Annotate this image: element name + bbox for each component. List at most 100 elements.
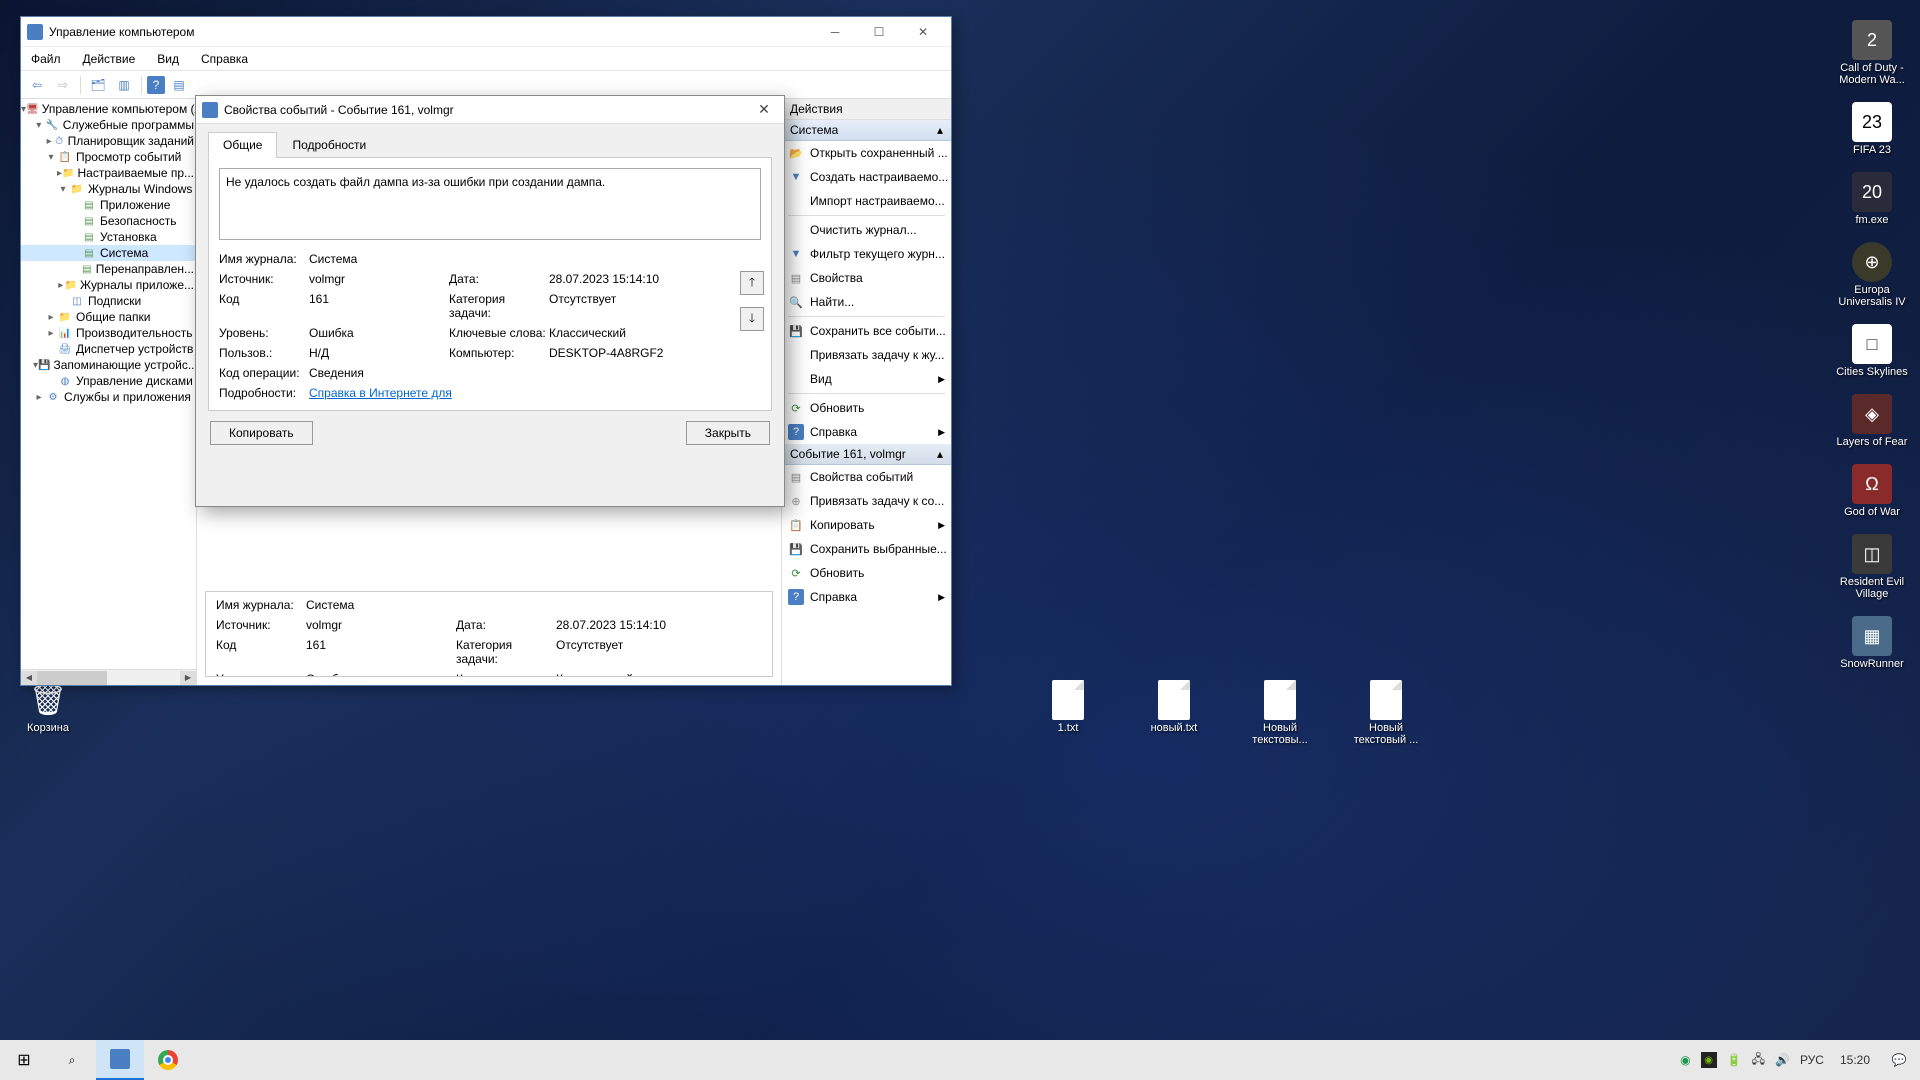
desktop-icon[interactable]: □Cities Skylines [1834,324,1910,378]
dialog-tabs: Общие Подробности [208,132,772,158]
tree-storage[interactable]: ▾💾Запоминающие устройс... [21,357,196,373]
show-hide-button[interactable]: 🗂 [86,73,110,97]
tree-forwarded[interactable]: ▤Перенаправлен... [21,261,196,277]
action-copy[interactable]: 📋Копировать▶ [782,513,951,537]
action-refresh[interactable]: ⟳Обновить [782,396,951,420]
scroll-thumb[interactable] [37,671,107,685]
properties-button[interactable]: ▥ [112,73,136,97]
tree-subscriptions[interactable]: ◫Подписки [21,293,196,309]
tree-customviews[interactable]: ▸📁Настраиваемые пр... [21,165,196,181]
scroll-left-icon[interactable]: ◀ [21,671,37,685]
desktop-icon[interactable]: ⊕Europa Universalis IV [1834,242,1910,308]
desktop-icon[interactable]: ◫Resident Evil Village [1834,534,1910,600]
titlebar[interactable]: Управление компьютером ─ ☐ ✕ [21,17,951,47]
action-open-saved[interactable]: 📂Открыть сохраненный ... [782,141,951,165]
taskbar-app-chrome[interactable] [144,1040,192,1080]
minimize-button[interactable]: ─ [813,18,857,46]
tree-root[interactable]: ▾🖥Управление компьютером (л... [21,101,196,117]
desktop-icon-txt[interactable]: 1.txt [1030,680,1106,746]
tab-details[interactable]: Подробности [277,132,381,158]
help-button[interactable]: ? [147,76,165,94]
event-description[interactable]: Не удалось создать файл дампа из-за ошиб… [219,168,761,240]
toolbar-btn[interactable]: ▤ [167,73,191,97]
action-attach-task[interactable]: Привязать задачу к жу... [782,343,951,367]
menu-action[interactable]: Действие [79,50,140,68]
action-attach-task-event[interactable]: ⊕Привязать задачу к со... [782,489,951,513]
desktop-icon-txt[interactable]: Новый текстовы... [1242,680,1318,746]
menu-view[interactable]: Вид [153,50,183,68]
scroll-right-icon[interactable]: ▶ [180,671,196,685]
action-import-custom[interactable]: Импорт настраиваемо... [782,189,951,213]
game-icon: ⊕ [1852,242,1892,282]
tree-services[interactable]: ▸⚙Службы и приложения [21,389,196,405]
help-link[interactable]: Справка в Интернете для [309,386,719,400]
desktop-icon[interactable]: ◈Layers of Fear [1834,394,1910,448]
tree-eventviewer[interactable]: ▾📋Просмотр событий [21,149,196,165]
action-filter-log[interactable]: ▼Фильтр текущего журн... [782,242,951,266]
tree-performance[interactable]: ▸📊Производительность [21,325,196,341]
action-save-selected[interactable]: 💾Сохранить выбранные... [782,537,951,561]
tray-shield-icon[interactable]: ◉ [1680,1053,1690,1067]
tab-general[interactable]: Общие [208,132,277,158]
action-refresh2[interactable]: ⟳Обновить [782,561,951,585]
desktop-icon[interactable]: 2Call of Duty - Modern Wa... [1834,20,1910,86]
taskbar-app-mmc[interactable] [96,1040,144,1080]
back-button[interactable]: ⇦ [25,73,49,97]
action-help[interactable]: ?Справка▶ [782,420,951,444]
dialog-close-button[interactable]: ✕ [750,97,778,123]
action-event-props[interactable]: ▤Свойства событий [782,465,951,489]
tray-language[interactable]: РУС [1800,1053,1824,1067]
tree-security[interactable]: ▤Безопасность [21,213,196,229]
tree-devicemgr[interactable]: 🖨Диспетчер устройств [21,341,196,357]
recycle-bin[interactable]: 🗑 Корзина [10,680,86,734]
dialog-titlebar[interactable]: Свойства событий - Событие 161, volmgr ✕ [196,96,784,124]
tree-applogs[interactable]: ▸📁Журналы приложе... [21,277,196,293]
maximize-button[interactable]: ☐ [857,18,901,46]
close-button[interactable]: Закрыть [686,421,770,445]
desktop-icon-txt[interactable]: Новый текстовый ... [1348,680,1424,746]
desktop-icon[interactable]: 23FIFA 23 [1834,102,1910,156]
game-icon: ▦ [1852,616,1892,656]
tray-nvidia-icon[interactable]: ◉ [1701,1052,1717,1068]
prev-event-button[interactable]: 🡑 [740,271,764,295]
forward-button[interactable]: ⇨ [51,73,75,97]
menu-help[interactable]: Справка [197,50,252,68]
action-save-all[interactable]: 💾Сохранить все событи... [782,319,951,343]
search-button[interactable]: ⌕ [48,1040,96,1080]
label-code: Код [216,638,306,666]
chrome-icon [158,1050,178,1070]
tree-setup[interactable]: ▤Установка [21,229,196,245]
notification-center-icon[interactable]: 💬 [1886,1047,1912,1073]
tray-network-icon[interactable]: 🖧 [1752,1050,1765,1071]
desktop-icon-txt[interactable]: новый.txt [1136,680,1212,746]
tree-scrollbar[interactable]: ◀ ▶ [21,669,196,685]
menu-file[interactable]: Файл [27,50,65,68]
actions-section-event[interactable]: Событие 161, volmgr▴ [782,444,951,465]
start-button[interactable]: ⊞ [0,1040,48,1080]
action-help2[interactable]: ?Справка▶ [782,585,951,609]
action-find[interactable]: 🔍Найти... [782,290,951,314]
tree-system[interactable]: ▤Система [21,245,196,261]
label-keywords: Ключевые слова: [456,672,556,677]
copy-button[interactable]: Копировать [210,421,313,445]
tree-sharedfolders[interactable]: ▸📁Общие папки [21,309,196,325]
action-create-custom[interactable]: ▼Создать настраиваемо... [782,165,951,189]
next-event-button[interactable]: 🡓 [740,307,764,331]
action-properties[interactable]: ▤Свойства [782,266,951,290]
tray-clock[interactable]: 15:20 [1834,1053,1876,1067]
actions-section-system[interactable]: Система▴ [782,120,951,141]
tree-application[interactable]: ▤Приложение [21,197,196,213]
desktop-icon[interactable]: 20fm.exe [1834,172,1910,226]
tree-diskmgr[interactable]: ◍Управление дисками [21,373,196,389]
tray-battery-icon[interactable]: 🔋 [1727,1053,1742,1067]
folder-icon: 📁 [62,166,74,180]
tree-winlogs[interactable]: ▾📁Журналы Windows [21,181,196,197]
tree-scheduler[interactable]: ▸⏱Планировщик заданий [21,133,196,149]
tray-volume-icon[interactable]: 🔊 [1775,1053,1790,1067]
desktop-icon[interactable]: ΩGod of War [1834,464,1910,518]
close-button[interactable]: ✕ [901,18,945,46]
tree-utilities[interactable]: ▾🔧Служебные программы [21,117,196,133]
action-view[interactable]: Вид▶ [782,367,951,391]
desktop-icon[interactable]: ▦SnowRunner [1834,616,1910,670]
action-clear-log[interactable]: Очистить журнал... [782,218,951,242]
